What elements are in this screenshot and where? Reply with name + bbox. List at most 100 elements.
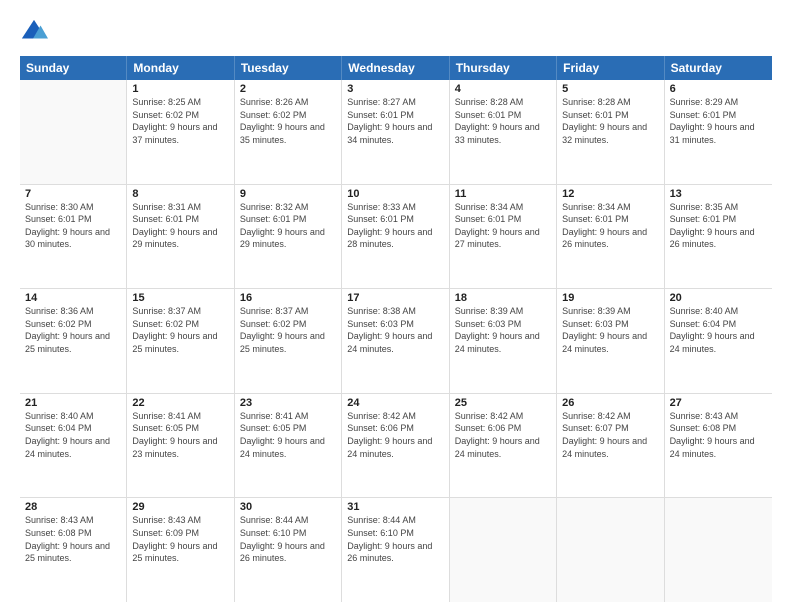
calendar: SundayMondayTuesdayWednesdayThursdayFrid… — [20, 56, 772, 602]
calendar-cell-11: 11Sunrise: 8:34 AMSunset: 6:01 PMDayligh… — [450, 185, 557, 289]
calendar-cell-4: 4Sunrise: 8:28 AMSunset: 6:01 PMDaylight… — [450, 80, 557, 184]
calendar-row-1: 7Sunrise: 8:30 AMSunset: 6:01 PMDaylight… — [20, 185, 772, 290]
cell-info: Sunrise: 8:43 AMSunset: 6:08 PMDaylight:… — [670, 410, 767, 460]
cell-info: Sunrise: 8:34 AMSunset: 6:01 PMDaylight:… — [455, 201, 551, 251]
calendar-row-0: 1Sunrise: 8:25 AMSunset: 6:02 PMDaylight… — [20, 80, 772, 185]
day-number: 4 — [455, 83, 551, 95]
day-number: 16 — [240, 292, 336, 304]
calendar-cell-20: 20Sunrise: 8:40 AMSunset: 6:04 PMDayligh… — [665, 289, 772, 393]
calendar-cell-24: 24Sunrise: 8:42 AMSunset: 6:06 PMDayligh… — [342, 394, 449, 498]
cell-info: Sunrise: 8:40 AMSunset: 6:04 PMDaylight:… — [25, 410, 121, 460]
cell-info: Sunrise: 8:42 AMSunset: 6:06 PMDaylight:… — [347, 410, 443, 460]
calendar-cell-13: 13Sunrise: 8:35 AMSunset: 6:01 PMDayligh… — [665, 185, 772, 289]
cell-info: Sunrise: 8:26 AMSunset: 6:02 PMDaylight:… — [240, 96, 336, 146]
calendar-cell-9: 9Sunrise: 8:32 AMSunset: 6:01 PMDaylight… — [235, 185, 342, 289]
calendar-body: 1Sunrise: 8:25 AMSunset: 6:02 PMDaylight… — [20, 80, 772, 602]
cell-info: Sunrise: 8:41 AMSunset: 6:05 PMDaylight:… — [240, 410, 336, 460]
cell-info: Sunrise: 8:29 AMSunset: 6:01 PMDaylight:… — [670, 96, 767, 146]
day-number: 29 — [132, 501, 228, 513]
cell-info: Sunrise: 8:43 AMSunset: 6:08 PMDaylight:… — [25, 514, 121, 564]
calendar-cell-empty — [557, 498, 664, 602]
cell-info: Sunrise: 8:43 AMSunset: 6:09 PMDaylight:… — [132, 514, 228, 564]
calendar-cell-empty — [665, 498, 772, 602]
header-day-friday: Friday — [557, 56, 664, 80]
day-number: 20 — [670, 292, 767, 304]
calendar-cell-25: 25Sunrise: 8:42 AMSunset: 6:06 PMDayligh… — [450, 394, 557, 498]
day-number: 2 — [240, 83, 336, 95]
day-number: 30 — [240, 501, 336, 513]
cell-info: Sunrise: 8:33 AMSunset: 6:01 PMDaylight:… — [347, 201, 443, 251]
cell-info: Sunrise: 8:27 AMSunset: 6:01 PMDaylight:… — [347, 96, 443, 146]
header — [20, 18, 772, 46]
day-number: 10 — [347, 188, 443, 200]
calendar-cell-28: 28Sunrise: 8:43 AMSunset: 6:08 PMDayligh… — [20, 498, 127, 602]
day-number: 21 — [25, 397, 121, 409]
cell-info: Sunrise: 8:37 AMSunset: 6:02 PMDaylight:… — [132, 305, 228, 355]
cell-info: Sunrise: 8:25 AMSunset: 6:02 PMDaylight:… — [132, 96, 228, 146]
cell-info: Sunrise: 8:37 AMSunset: 6:02 PMDaylight:… — [240, 305, 336, 355]
logo — [20, 18, 52, 46]
calendar-cell-10: 10Sunrise: 8:33 AMSunset: 6:01 PMDayligh… — [342, 185, 449, 289]
day-number: 19 — [562, 292, 658, 304]
day-number: 9 — [240, 188, 336, 200]
day-number: 7 — [25, 188, 121, 200]
calendar-cell-1: 1Sunrise: 8:25 AMSunset: 6:02 PMDaylight… — [127, 80, 234, 184]
day-number: 13 — [670, 188, 767, 200]
cell-info: Sunrise: 8:41 AMSunset: 6:05 PMDaylight:… — [132, 410, 228, 460]
day-number: 14 — [25, 292, 121, 304]
calendar-cell-17: 17Sunrise: 8:38 AMSunset: 6:03 PMDayligh… — [342, 289, 449, 393]
calendar-cell-23: 23Sunrise: 8:41 AMSunset: 6:05 PMDayligh… — [235, 394, 342, 498]
calendar-row-4: 28Sunrise: 8:43 AMSunset: 6:08 PMDayligh… — [20, 498, 772, 602]
cell-info: Sunrise: 8:40 AMSunset: 6:04 PMDaylight:… — [670, 305, 767, 355]
calendar-cell-16: 16Sunrise: 8:37 AMSunset: 6:02 PMDayligh… — [235, 289, 342, 393]
day-number: 8 — [132, 188, 228, 200]
day-number: 6 — [670, 83, 767, 95]
day-number: 12 — [562, 188, 658, 200]
cell-info: Sunrise: 8:42 AMSunset: 6:06 PMDaylight:… — [455, 410, 551, 460]
header-day-monday: Monday — [127, 56, 234, 80]
cell-info: Sunrise: 8:30 AMSunset: 6:01 PMDaylight:… — [25, 201, 121, 251]
calendar-cell-2: 2Sunrise: 8:26 AMSunset: 6:02 PMDaylight… — [235, 80, 342, 184]
day-number: 23 — [240, 397, 336, 409]
page: SundayMondayTuesdayWednesdayThursdayFrid… — [0, 0, 792, 612]
calendar-cell-3: 3Sunrise: 8:27 AMSunset: 6:01 PMDaylight… — [342, 80, 449, 184]
calendar-row-3: 21Sunrise: 8:40 AMSunset: 6:04 PMDayligh… — [20, 394, 772, 499]
calendar-cell-empty — [20, 80, 127, 184]
cell-info: Sunrise: 8:44 AMSunset: 6:10 PMDaylight:… — [347, 514, 443, 564]
calendar-cell-empty — [450, 498, 557, 602]
calendar-cell-31: 31Sunrise: 8:44 AMSunset: 6:10 PMDayligh… — [342, 498, 449, 602]
calendar-cell-6: 6Sunrise: 8:29 AMSunset: 6:01 PMDaylight… — [665, 80, 772, 184]
calendar-cell-26: 26Sunrise: 8:42 AMSunset: 6:07 PMDayligh… — [557, 394, 664, 498]
cell-info: Sunrise: 8:34 AMSunset: 6:01 PMDaylight:… — [562, 201, 658, 251]
day-number: 11 — [455, 188, 551, 200]
calendar-cell-21: 21Sunrise: 8:40 AMSunset: 6:04 PMDayligh… — [20, 394, 127, 498]
day-number: 28 — [25, 501, 121, 513]
cell-info: Sunrise: 8:39 AMSunset: 6:03 PMDaylight:… — [562, 305, 658, 355]
cell-info: Sunrise: 8:42 AMSunset: 6:07 PMDaylight:… — [562, 410, 658, 460]
calendar-cell-15: 15Sunrise: 8:37 AMSunset: 6:02 PMDayligh… — [127, 289, 234, 393]
calendar-cell-5: 5Sunrise: 8:28 AMSunset: 6:01 PMDaylight… — [557, 80, 664, 184]
day-number: 18 — [455, 292, 551, 304]
day-number: 17 — [347, 292, 443, 304]
day-number: 24 — [347, 397, 443, 409]
cell-info: Sunrise: 8:38 AMSunset: 6:03 PMDaylight:… — [347, 305, 443, 355]
calendar-cell-14: 14Sunrise: 8:36 AMSunset: 6:02 PMDayligh… — [20, 289, 127, 393]
header-day-tuesday: Tuesday — [235, 56, 342, 80]
cell-info: Sunrise: 8:28 AMSunset: 6:01 PMDaylight:… — [455, 96, 551, 146]
header-day-saturday: Saturday — [665, 56, 772, 80]
day-number: 22 — [132, 397, 228, 409]
cell-info: Sunrise: 8:28 AMSunset: 6:01 PMDaylight:… — [562, 96, 658, 146]
logo-icon — [20, 18, 48, 46]
calendar-cell-30: 30Sunrise: 8:44 AMSunset: 6:10 PMDayligh… — [235, 498, 342, 602]
calendar-cell-8: 8Sunrise: 8:31 AMSunset: 6:01 PMDaylight… — [127, 185, 234, 289]
day-number: 25 — [455, 397, 551, 409]
day-number: 27 — [670, 397, 767, 409]
calendar-cell-19: 19Sunrise: 8:39 AMSunset: 6:03 PMDayligh… — [557, 289, 664, 393]
day-number: 31 — [347, 501, 443, 513]
day-number: 5 — [562, 83, 658, 95]
header-day-thursday: Thursday — [450, 56, 557, 80]
cell-info: Sunrise: 8:35 AMSunset: 6:01 PMDaylight:… — [670, 201, 767, 251]
calendar-cell-12: 12Sunrise: 8:34 AMSunset: 6:01 PMDayligh… — [557, 185, 664, 289]
cell-info: Sunrise: 8:44 AMSunset: 6:10 PMDaylight:… — [240, 514, 336, 564]
header-day-sunday: Sunday — [20, 56, 127, 80]
